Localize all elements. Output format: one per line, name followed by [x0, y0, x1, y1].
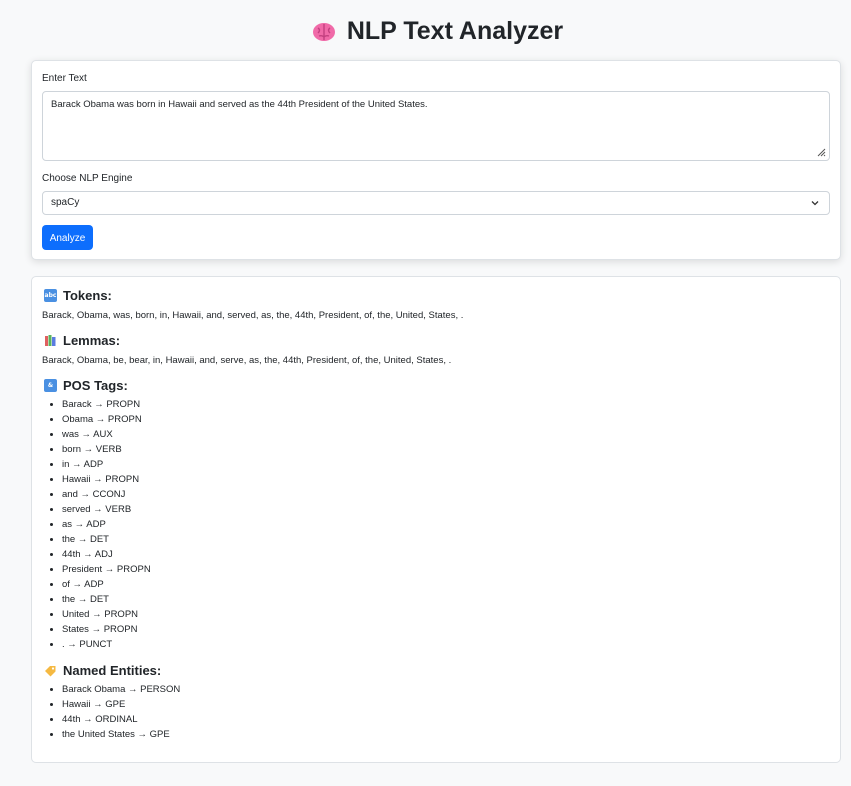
lemmas-text: Barack, Obama, be, bear, in, Hawaii, and…	[42, 355, 452, 366]
brain-icon	[312, 23, 335, 41]
list-item: the → DET	[62, 532, 151, 547]
text-input-value: Barack Obama was born in Hawaii and serv…	[51, 99, 428, 110]
app-title: NLP Text Analyzer	[346, 17, 564, 45]
text-label: Enter Text	[42, 73, 87, 84]
list-item: the United States → GPE	[62, 727, 180, 742]
list-item: President → PROPN	[62, 562, 151, 577]
input-card: Enter Text Barack Obama was born in Hawa…	[31, 60, 841, 260]
page-title: NLP Text Analyzer	[0, 14, 851, 48]
entities-heading-text: Named Entities:	[63, 663, 162, 678]
list-item: as → ADP	[62, 517, 151, 532]
list-item: . → PUNCT	[62, 637, 151, 652]
list-item: was → AUX	[62, 427, 151, 442]
list-item: Hawaii → GPE	[62, 697, 180, 712]
results-card: abc Tokens: Barack, Obama, was, born, in…	[31, 276, 841, 763]
entities-list: Barack Obama → PERSON Hawaii → GPE 44th …	[42, 682, 180, 742]
entities-heading: Named Entities:	[44, 663, 161, 678]
chevron-down-icon	[811, 201, 819, 206]
pos-heading: & POS Tags:	[44, 378, 128, 393]
list-item: Barack Obama → PERSON	[62, 682, 180, 697]
list-item: Barack → PROPN	[62, 397, 151, 412]
pos-list: Barack → PROPN Obama → PROPN was → AUX b…	[42, 397, 151, 652]
list-item: 44th → ADJ	[62, 547, 151, 562]
engine-label: Choose NLP Engine	[42, 173, 133, 184]
list-item: States → PROPN	[62, 622, 151, 637]
lemmas-heading-text: Lemmas:	[63, 333, 121, 348]
analyze-button[interactable]: Analyze	[42, 225, 93, 250]
list-item: and → CCONJ	[62, 487, 151, 502]
list-item: of → ADP	[62, 577, 151, 592]
list-item: the → DET	[62, 592, 151, 607]
lemmas-heading: Lemmas:	[44, 333, 120, 348]
abc-icon: abc	[44, 289, 57, 302]
tokens-text: Barack, Obama, was, born, in, Hawaii, an…	[42, 310, 464, 321]
symbols-icon: &	[44, 379, 57, 392]
list-item: born → VERB	[62, 442, 151, 457]
engine-select[interactable]: spaCy	[42, 191, 830, 215]
tokens-heading-text: Tokens:	[63, 288, 112, 303]
list-item: in → ADP	[62, 457, 151, 472]
pos-heading-text: POS Tags:	[63, 378, 128, 393]
list-item: 44th → ORDINAL	[62, 712, 180, 727]
list-item: Hawaii → PROPN	[62, 472, 151, 487]
text-input[interactable]: Barack Obama was born in Hawaii and serv…	[42, 91, 830, 161]
tag-icon	[45, 666, 56, 677]
list-item: served → VERB	[62, 502, 151, 517]
resize-grip-icon[interactable]	[817, 148, 826, 157]
list-item: United → PROPN	[62, 607, 151, 622]
list-item: Obama → PROPN	[62, 412, 151, 427]
engine-select-value: spaCy	[51, 197, 80, 208]
tokens-heading: abc Tokens:	[44, 288, 112, 303]
books-icon	[45, 335, 56, 346]
